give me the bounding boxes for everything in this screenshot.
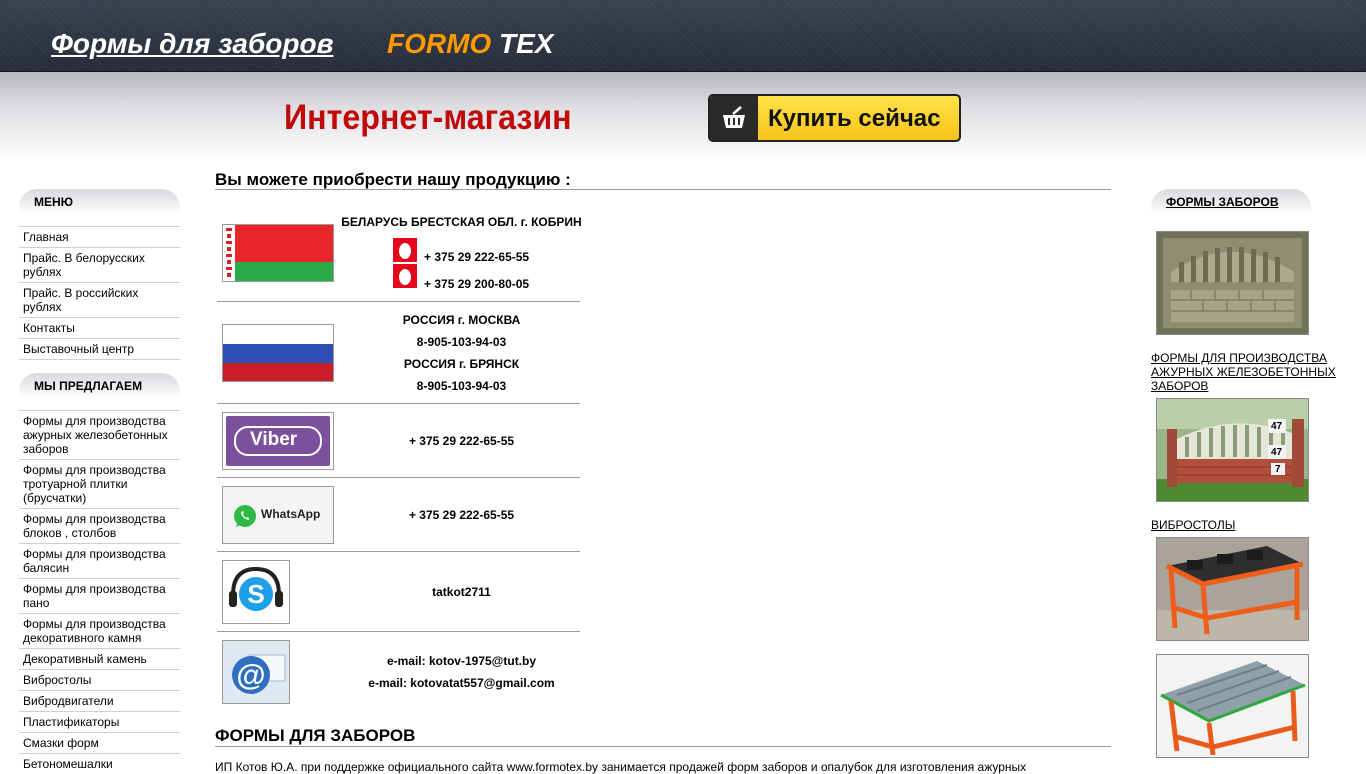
fence-forms-title[interactable]: ФОРМЫ ЗАБОРОВ xyxy=(1166,195,1279,209)
fence-number-3: 7 xyxy=(1275,464,1281,475)
belarus-region: БЕЛАРУСЬ БРЕСТСКАЯ ОБЛ. г. КОБРИН xyxy=(341,215,582,229)
link-vibro-tables[interactable]: ВИБРОСТОЛЫ xyxy=(1151,518,1235,532)
offer-item-baluster-forms[interactable]: Формы для производства балясин xyxy=(19,543,180,578)
viber-phone[interactable]: + 375 29 222-65-55 xyxy=(340,434,583,448)
russia-phone-1[interactable]: 8-905-103-94-03 xyxy=(340,335,583,349)
menu-item-exhibition[interactable]: Выставочный центр xyxy=(19,338,180,360)
intro-paragraph: ИП Котов Ю.А. при поддержке официального… xyxy=(215,760,1027,774)
section-divider xyxy=(215,746,1111,747)
offer-item-vibro-motors[interactable]: Вибродвигатели xyxy=(19,690,180,711)
page-heading: Вы можете приобрести нашу продукцию : xyxy=(215,170,571,189)
vibro-table-image-2[interactable] xyxy=(1156,654,1309,758)
menu-header: МЕНЮ xyxy=(19,189,180,225)
contact-divider xyxy=(217,477,580,478)
viber-badge: Viber xyxy=(226,416,330,466)
email-at-icon[interactable]: @ xyxy=(222,640,290,704)
offer-item-fence-forms[interactable]: Формы для производства ажурных железобет… xyxy=(19,410,180,459)
offer-item-vibro-tables[interactable]: Вибростолы xyxy=(19,669,180,690)
brand-logo[interactable]: FORMO TEX xyxy=(387,28,553,60)
brand-part-1: FORMO xyxy=(387,28,492,59)
link-openwork-fence-forms[interactable]: ФОРМЫ ДЛЯ ПРОИЗВОДСТВА АЖУРНЫХ ЖЕЛЕЗОБЕТ… xyxy=(1151,351,1341,393)
belarus-phone-2[interactable]: + 375 29 200-80-05 xyxy=(424,277,529,291)
fence-number-2: 47 xyxy=(1271,447,1283,458)
offer-item-concrete-mixers[interactable]: Бетономешалки xyxy=(19,753,180,774)
contact-divider xyxy=(217,551,580,552)
viber-logo-icon[interactable]: Viber xyxy=(222,412,334,470)
viber-label: Viber xyxy=(250,429,298,450)
offer-menu: Формы для производства ажурных железобет… xyxy=(19,410,180,774)
section-heading-fence-forms: ФОРМЫ ДЛЯ ЗАБОРОВ xyxy=(215,726,416,745)
fence-forms-header: ФОРМЫ ЗАБОРОВ xyxy=(1151,189,1311,225)
contact-divider xyxy=(217,301,580,302)
concrete-fence-image[interactable]: 47 47 7 xyxy=(1156,398,1309,502)
offer-item-block-forms[interactable]: Формы для производства блоков , столбов xyxy=(19,508,180,543)
belarus-flag-icon xyxy=(222,224,334,282)
buy-now-label: Купить сейчас xyxy=(768,105,941,132)
offer-item-stone-forms[interactable]: Формы для производства декоративного кам… xyxy=(19,613,180,648)
offer-item-paving-forms[interactable]: Формы для производства тротуарной плитки… xyxy=(19,459,180,508)
email-2[interactable]: e-mail: kotovatat557@gmail.com xyxy=(340,676,583,690)
heading-divider xyxy=(215,189,1111,190)
menu-item-price-rub[interactable]: Прайс. В российских рублях xyxy=(19,282,180,317)
whatsapp-label: WhatsApp xyxy=(261,507,321,521)
russia-flag-icon xyxy=(222,324,334,382)
belarus-phone-1[interactable]: + 375 29 222-65-55 xyxy=(424,250,529,264)
offer-item-form-lubricants[interactable]: Смазки форм xyxy=(19,732,180,753)
mts-operator-icon xyxy=(393,264,417,288)
whatsapp-icon xyxy=(234,505,256,527)
shopping-basket-icon xyxy=(710,96,758,140)
contact-divider xyxy=(217,403,580,404)
whatsapp-phone[interactable]: + 375 29 222-65-55 xyxy=(340,508,583,522)
email-1[interactable]: e-mail: kotov-1975@tut.by xyxy=(340,654,583,668)
brand-part-2: TEX xyxy=(499,28,554,59)
contact-divider xyxy=(217,631,580,632)
svg-text:@: @ xyxy=(236,659,265,692)
offer-item-panel-forms[interactable]: Формы для производства пано xyxy=(19,578,180,613)
buy-now-button[interactable]: Купить сейчас xyxy=(708,94,961,142)
offer-title: МЫ ПРЕДЛАГАЕМ xyxy=(34,379,143,393)
menu-title: МЕНЮ xyxy=(34,195,74,209)
russia-city-1: РОССИЯ г. МОСКВА xyxy=(402,313,521,327)
vibro-table-image[interactable] xyxy=(1156,537,1309,641)
offer-item-plasticizers[interactable]: Пластификаторы xyxy=(19,711,180,732)
banner-strip xyxy=(0,72,1366,162)
menu-item-price-byn[interactable]: Прайс. В белорусских рублях xyxy=(19,247,180,282)
russia-city-2: РОССИЯ г. БРЯНСК xyxy=(403,357,520,371)
skype-logo-icon[interactable]: S xyxy=(222,560,290,624)
offer-item-decorative-stone[interactable]: Декоративный камень xyxy=(19,648,180,669)
russia-phone-2[interactable]: 8-905-103-94-03 xyxy=(340,379,583,393)
fence-form-image[interactable] xyxy=(1156,231,1309,335)
svg-text:S: S xyxy=(247,579,264,609)
skype-login[interactable]: tatkot2711 xyxy=(340,585,583,599)
main-menu: Главная Прайс. В белорусских рублях Прай… xyxy=(19,226,180,360)
mts-operator-icon xyxy=(393,238,417,262)
offer-header: МЫ ПРЕДЛАГАЕМ xyxy=(19,373,180,409)
fence-number-1: 47 xyxy=(1271,421,1283,432)
whatsapp-logo-icon[interactable]: WhatsApp xyxy=(222,486,334,544)
menu-item-contacts[interactable]: Контакты xyxy=(19,317,180,338)
site-title-link[interactable]: Формы для заборов xyxy=(51,28,334,60)
shop-title: Интернет-магазин xyxy=(284,98,572,137)
menu-item-home[interactable]: Главная xyxy=(19,226,180,247)
